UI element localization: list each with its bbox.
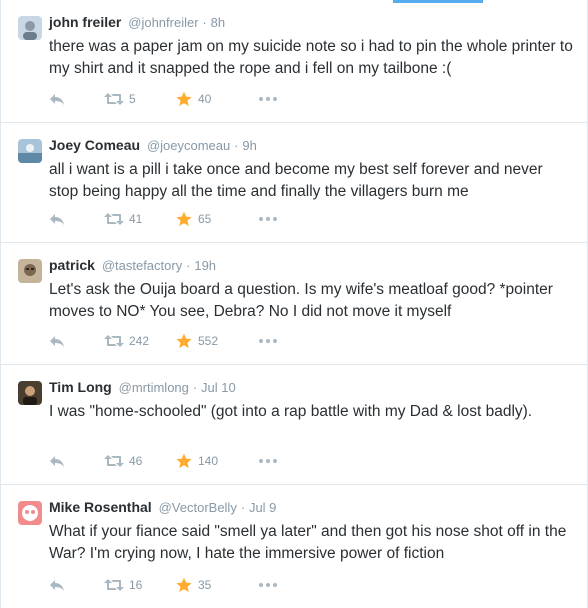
timestamp[interactable]: Jul 10 — [201, 380, 236, 395]
avatar[interactable] — [18, 259, 42, 283]
star-icon — [176, 577, 192, 592]
tweet-text: Let's ask the Ouija board a question. Is… — [49, 281, 553, 320]
tweet-text: I was "home-schooled" (got into a rap ba… — [49, 403, 533, 420]
favorite-count: 552 — [198, 334, 219, 348]
favorite-button[interactable]: 552 — [176, 333, 258, 349]
retweet-count: 5 — [129, 92, 136, 106]
reply-icon — [50, 94, 64, 105]
timeline: john freiler @johnfreiler · 8h there was… — [0, 0, 588, 608]
favorite-button[interactable]: 35 — [176, 577, 258, 593]
retweet-button[interactable]: 41 — [104, 212, 176, 226]
more-button[interactable] — [258, 458, 282, 464]
reply-button[interactable] — [49, 578, 104, 592]
retweet-icon — [104, 213, 124, 225]
retweet-icon — [104, 93, 124, 105]
user-handle[interactable]: @mrtimlong — [119, 380, 189, 395]
tweet-actions: 41 65 — [49, 210, 282, 228]
more-button[interactable] — [258, 582, 282, 588]
reply-icon — [50, 456, 64, 467]
more-icon — [259, 339, 277, 343]
more-icon — [259, 583, 277, 587]
reply-button[interactable] — [49, 454, 104, 468]
favorite-count: 65 — [198, 212, 212, 226]
tweet[interactable]: Joey Comeau @joeycomeau · 9h all i want … — [1, 123, 587, 243]
display-name[interactable]: patrick — [49, 257, 95, 273]
tweet-header: Joey Comeau @joeycomeau · 9h — [49, 136, 575, 155]
user-handle[interactable]: @VectorBelly — [159, 500, 237, 515]
star-icon — [176, 91, 192, 106]
display-name[interactable]: Tim Long — [49, 379, 112, 395]
tweet-header: Tim Long @mrtimlong · Jul 10 — [49, 378, 575, 397]
reply-icon — [50, 214, 64, 225]
retweet-icon — [104, 335, 124, 347]
avatar[interactable] — [18, 139, 42, 163]
reply-button[interactable] — [49, 92, 104, 106]
tweet[interactable]: john freiler @johnfreiler · 8h there was… — [1, 0, 587, 123]
favorite-button[interactable]: 40 — [176, 91, 258, 107]
reply-button[interactable] — [49, 212, 104, 226]
tweet[interactable]: patrick @tastefactory · 19h Let's ask th… — [1, 243, 587, 365]
avatar[interactable] — [18, 501, 42, 525]
reply-button[interactable] — [49, 334, 104, 348]
tweet[interactable]: Mike Rosenthal @VectorBelly · Jul 9 What… — [1, 485, 587, 608]
timestamp[interactable]: 9h — [242, 138, 256, 153]
avatar[interactable] — [18, 381, 42, 405]
tweet-header: Mike Rosenthal @VectorBelly · Jul 9 — [49, 498, 575, 517]
favorite-count: 140 — [198, 454, 219, 468]
separator-dot: · — [192, 380, 198, 395]
retweet-count: 242 — [129, 334, 150, 348]
more-button[interactable] — [258, 216, 282, 222]
star-icon — [176, 333, 192, 348]
tweet[interactable]: Tim Long @mrtimlong · Jul 10 I was "home… — [1, 365, 587, 485]
avatar[interactable] — [18, 16, 42, 40]
reply-icon — [50, 580, 64, 591]
favorite-button[interactable]: 65 — [176, 211, 258, 227]
favorite-count: 40 — [198, 92, 212, 106]
tweet-actions: 5 40 — [49, 90, 282, 108]
tweet-actions: 46 140 — [49, 452, 282, 470]
timestamp[interactable]: Jul 9 — [249, 500, 276, 515]
user-handle[interactable]: @johnfreiler — [128, 15, 198, 30]
retweet-count: 41 — [129, 212, 143, 226]
tweet-text: all i want is a pill i take once and bec… — [49, 161, 543, 200]
separator-dot: · — [234, 138, 239, 153]
separator-dot: · — [240, 500, 246, 515]
retweet-count: 16 — [129, 578, 143, 592]
tweet-actions: 242 552 — [49, 332, 282, 350]
more-icon — [259, 459, 277, 463]
tweet-text: there was a paper jam on my suicide note… — [49, 38, 573, 77]
retweet-icon — [104, 579, 124, 591]
display-name[interactable]: Joey Comeau — [49, 137, 140, 153]
tweet-header: patrick @tastefactory · 19h — [49, 256, 575, 275]
more-button[interactable] — [258, 96, 282, 102]
timestamp[interactable]: 8h — [211, 15, 225, 30]
retweet-icon — [104, 455, 124, 467]
retweet-button[interactable]: 46 — [104, 454, 176, 468]
tweet-actions: 16 35 — [49, 576, 282, 594]
more-icon — [259, 217, 277, 221]
favorite-button[interactable]: 140 — [176, 453, 258, 469]
tweet-header: john freiler @johnfreiler · 8h — [49, 13, 575, 32]
display-name[interactable]: john freiler — [49, 14, 121, 30]
more-button[interactable] — [258, 338, 282, 344]
separator-dot: · — [202, 15, 207, 30]
user-handle[interactable]: @joeycomeau — [147, 138, 230, 153]
retweet-button[interactable]: 5 — [104, 92, 176, 106]
user-handle[interactable]: @tastefactory — [102, 258, 182, 273]
separator-dot: · — [186, 258, 191, 273]
retweet-count: 46 — [129, 454, 143, 468]
retweet-button[interactable]: 242 — [104, 334, 176, 348]
timestamp[interactable]: 19h — [194, 258, 216, 273]
favorite-count: 35 — [198, 578, 212, 592]
star-icon — [176, 453, 192, 468]
more-icon — [259, 97, 277, 101]
star-icon — [176, 211, 192, 226]
reply-icon — [50, 336, 64, 347]
tweet-text: What if your fiance said "smell ya later… — [49, 523, 567, 562]
display-name[interactable]: Mike Rosenthal — [49, 499, 152, 515]
retweet-button[interactable]: 16 — [104, 578, 176, 592]
